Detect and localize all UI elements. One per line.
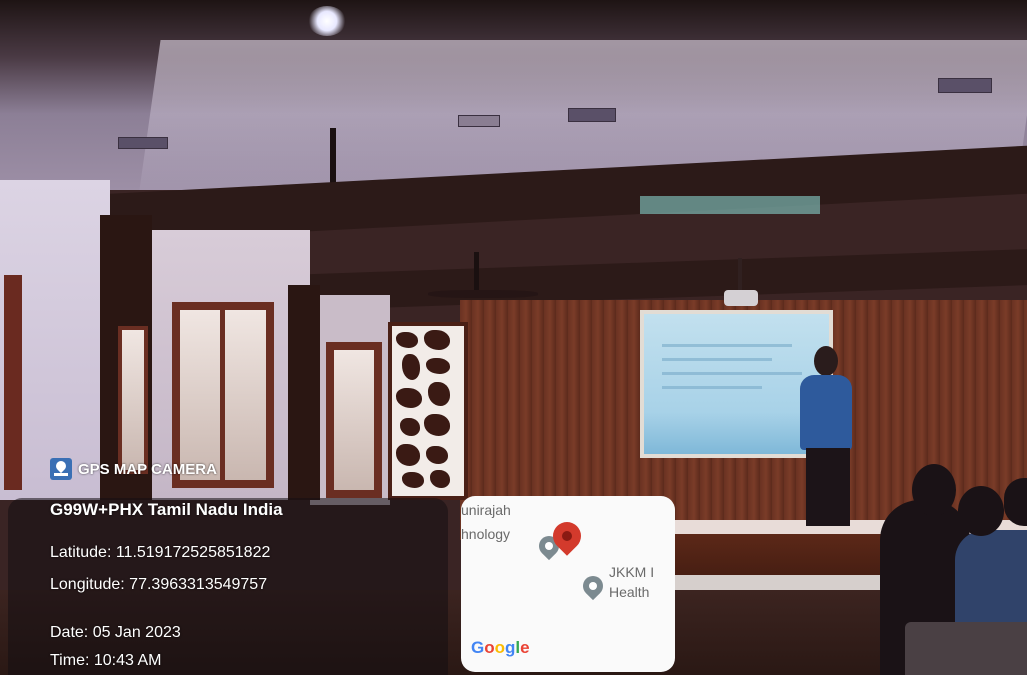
date-label: Date: 05 Jan 2023 [50, 624, 181, 641]
ceiling-vent [938, 78, 992, 93]
speaker-head [814, 346, 838, 376]
map-place-label: unirajah [461, 502, 511, 518]
speaker [800, 375, 852, 450]
door-frame [4, 275, 22, 490]
window [118, 326, 148, 474]
audience-member-head [958, 486, 1004, 536]
projector-mount [738, 258, 742, 292]
speaker-legs [806, 448, 850, 526]
ceiling-vent [118, 137, 168, 149]
map-place-label: Health [609, 584, 650, 600]
ceiling-fan-rod [474, 252, 479, 292]
gray-map-pin-icon [578, 571, 608, 601]
chair [905, 622, 1027, 675]
ceiling-fan-rod [330, 128, 336, 186]
projector [724, 290, 758, 306]
location-address: G99W+PHX Tamil Nadu India [50, 500, 283, 519]
ceiling-vent [458, 115, 500, 127]
map-place-label: JKKM I [609, 564, 655, 580]
longitude-label: Longitude: 77.3963313549757 [50, 576, 268, 593]
window-bar [220, 310, 225, 480]
hall-photo: GPS MAP CAMERA G99W+PHX Tamil Nadu India… [0, 0, 1027, 675]
lattice-partition [388, 322, 468, 500]
beam-light-strip [640, 196, 820, 214]
map-place-label: hnology [461, 526, 511, 542]
map-thumbnail: unirajah hnology JKKM I Health Google [461, 496, 675, 672]
latitude-label: Latitude: 11.519172525851822 [50, 544, 271, 561]
ceiling-fan [428, 290, 538, 298]
window [326, 342, 382, 498]
pillar [288, 285, 320, 500]
google-logo: Google [471, 638, 530, 657]
time-label: Time: 10:43 AM [50, 652, 162, 669]
app-brand-label: GPS MAP CAMERA [78, 461, 217, 478]
audience-member-head [912, 464, 956, 516]
ceiling-light [308, 6, 346, 36]
ceiling-vent [568, 108, 616, 122]
gps-map-camera-icon [50, 458, 72, 480]
